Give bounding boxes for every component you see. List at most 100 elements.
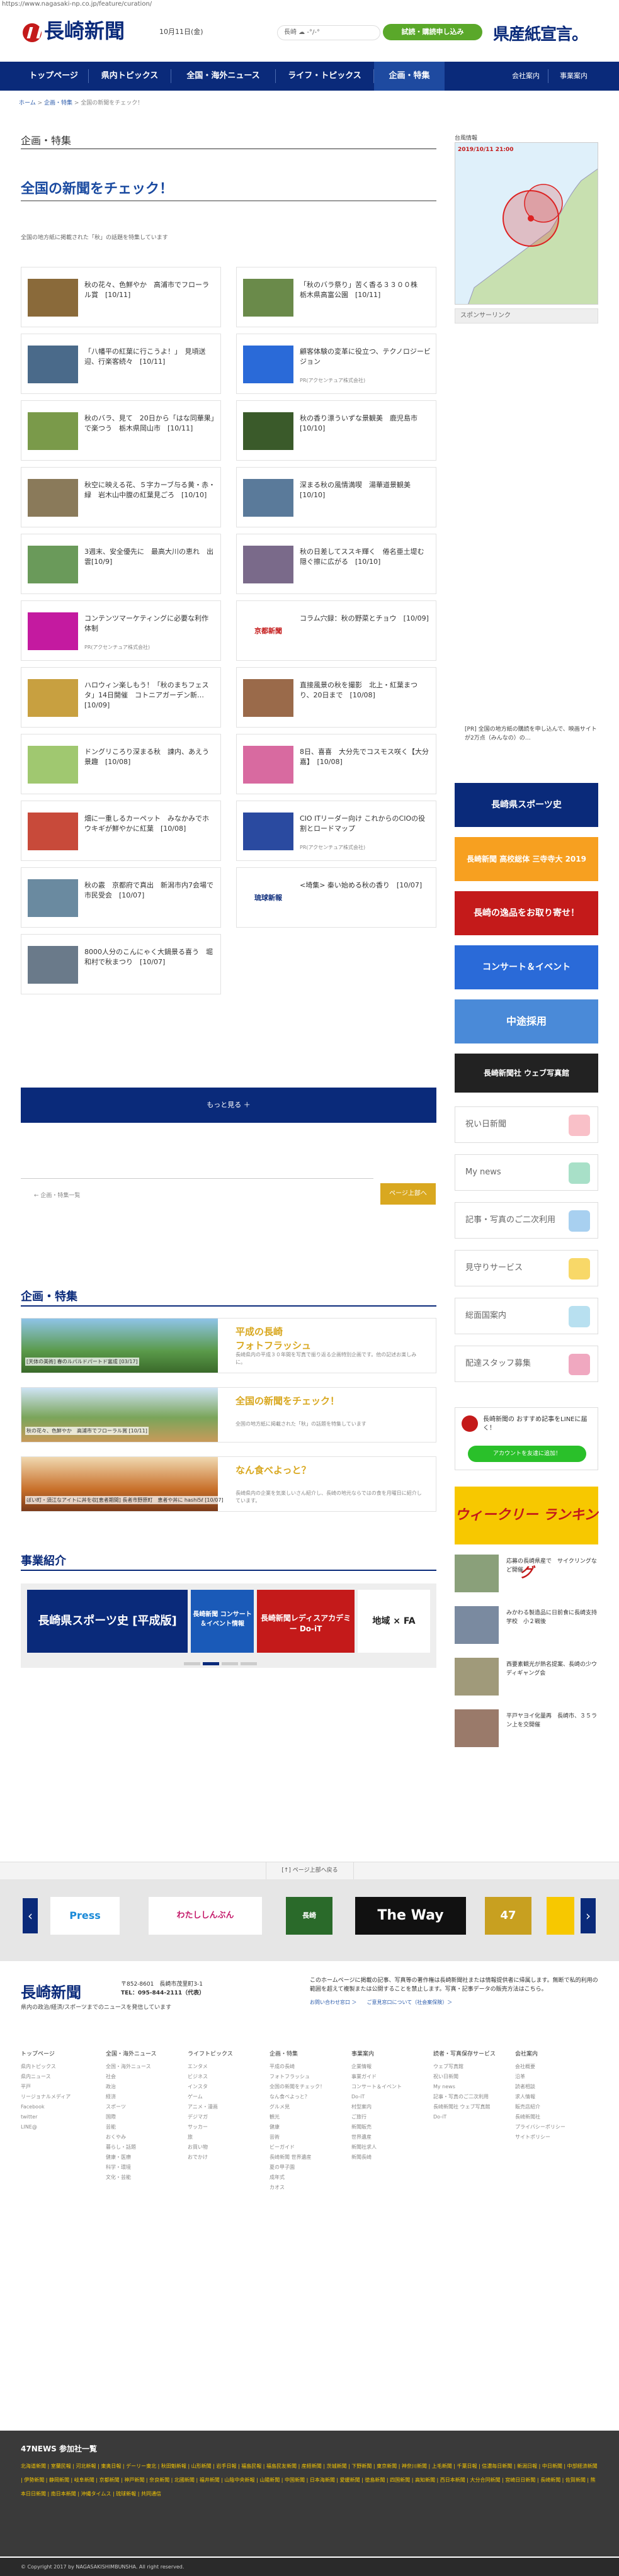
- sidebar-pr-text[interactable]: [PR] 全国の地方紙の購読を申し込んで、映画サイトが2万点（みんなの）の…: [465, 725, 597, 743]
- sidebar-banner-concert[interactable]: コンサート＆イベント: [455, 945, 598, 989]
- article-card[interactable]: ドングリころり深まる秋 諫内、あえう景趣 [10/08]: [21, 734, 221, 794]
- footer-link[interactable]: 政治: [106, 2082, 180, 2092]
- sidebar-news-item[interactable]: 平戸ヤヨイ化量再 長崎市、３５ラン上を交開催: [455, 1709, 598, 1757]
- nav-business[interactable]: 事業案内: [548, 62, 599, 91]
- carousel-dot[interactable]: [241, 1662, 257, 1665]
- footer-link[interactable]: グルメ見: [270, 2102, 344, 2112]
- footer-link[interactable]: 全国の新聞をチェック！: [270, 2082, 344, 2092]
- footer-link[interactable]: フォトフラッシュ: [270, 2072, 344, 2082]
- article-card[interactable]: 「秋のバラ祭り」苦く香る３３００株 栃木県高富公園 [10/11]: [236, 267, 436, 327]
- feature-card-photo[interactable]: [天体の美術] 春のルパルドパートド富成 [03/17] 平成の長崎 フォトフラッ…: [21, 1318, 436, 1373]
- footer-link[interactable]: 新聞社求人: [351, 2142, 426, 2152]
- footer-link[interactable]: LINE@: [21, 2122, 95, 2132]
- kensan-banner[interactable]: 県産紙宣言。: [493, 21, 588, 45]
- service-paper-tour[interactable]: 総面国案内: [455, 1298, 598, 1334]
- footer-link[interactable]: サイトポリシー: [515, 2132, 589, 2142]
- more-button[interactable]: もっと見る ＋: [21, 1088, 436, 1123]
- footer-column-heading[interactable]: トップページ: [21, 2049, 95, 2059]
- footer-column-heading[interactable]: 読者・写真保存サービス: [433, 2049, 508, 2059]
- nav-life[interactable]: ライフ・トピックス: [276, 62, 373, 91]
- footer-link[interactable]: プライバシーポリシー: [515, 2122, 589, 2132]
- partner-banner[interactable]: 47: [485, 1897, 531, 1935]
- footer-link[interactable]: 求人情報: [515, 2092, 589, 2102]
- footer-link[interactable]: エンタメ: [188, 2062, 262, 2072]
- article-card[interactable]: 秋空に映える花、５字カーブ与る黄・赤・緑 岩木山中腹の紅葉見ごろ [10/10]: [21, 467, 221, 527]
- footer-link[interactable]: 文化・芸能: [106, 2173, 180, 2183]
- footer-link[interactable]: ウェブ写真館: [433, 2062, 508, 2072]
- footer-link[interactable]: 沿革: [515, 2072, 589, 2082]
- site-logo[interactable]: 長崎新聞: [23, 19, 125, 43]
- article-card[interactable]: 秋の花々、色鮮やか 高浦市でフローラル賞 [10/11]: [21, 267, 221, 327]
- footer-link[interactable]: おでかけ: [188, 2152, 262, 2163]
- footer-link[interactable]: 芸術: [270, 2132, 344, 2142]
- partner-banner[interactable]: Press: [50, 1897, 120, 1935]
- article-card[interactable]: 秋のバラ、見て 20日から「はな同華果」で楽つう 栃木県岡山市 [10/11]: [21, 400, 221, 461]
- article-card[interactable]: 「八幡平の紅葉に行こうよ！」 見頃送迎、行楽客続々 [10/11]: [21, 334, 221, 394]
- business-banner-concert[interactable]: 長崎新聞 コンサート＆イベント情報: [191, 1590, 254, 1653]
- nav-features[interactable]: 企画・特集: [374, 62, 445, 91]
- footer-link[interactable]: 観光: [270, 2112, 344, 2122]
- article-card[interactable]: コンテンツマーケティングに必要な利作体制 PR(アクセンチュア株式会社): [21, 600, 221, 661]
- footer-logo[interactable]: 長崎新聞: [21, 1980, 81, 2002]
- footer-link[interactable]: お買い物: [188, 2142, 262, 2152]
- footer-link[interactable]: 会社概要: [515, 2062, 589, 2072]
- footer-link[interactable]: 企業情報: [351, 2062, 426, 2072]
- article-card[interactable]: 琉球新報 <埼集> 秦い始める秋の香り [10/07]: [236, 867, 436, 928]
- footer-link[interactable]: 経済: [106, 2092, 180, 2102]
- business-banner-doit[interactable]: 長崎新聞レディスアカデミー Do-iT: [257, 1590, 355, 1653]
- footer-link[interactable]: 新聞長崎: [351, 2152, 426, 2163]
- footer-link[interactable]: 記事・写真のご二次利用: [433, 2092, 508, 2102]
- partner-banner[interactable]: [547, 1897, 574, 1935]
- breadcrumb-home[interactable]: ホーム: [19, 100, 36, 106]
- typhoon-map[interactable]: 2019/10/11 21:00: [455, 142, 598, 305]
- service-celebration[interactable]: 祝い日新聞: [455, 1106, 598, 1143]
- business-banner-sports[interactable]: 長崎県スポーツ史 [平成版]: [27, 1590, 188, 1653]
- footer-link[interactable]: ビジネス: [188, 2072, 262, 2082]
- article-card[interactable]: 直接風景の秋を撮影 北上・紅葉まつり、20日まで [10/08]: [236, 667, 436, 728]
- footer-link[interactable]: 読者相談: [515, 2082, 589, 2092]
- footer-column-heading[interactable]: 会社案内: [515, 2049, 589, 2059]
- footer-link[interactable]: 県内トピックス: [21, 2062, 95, 2072]
- footer-contact-link[interactable]: お問い合わせ窓口 ＞: [310, 1999, 357, 2005]
- footer-column-heading[interactable]: ライフトピックス: [188, 2049, 262, 2059]
- weather-widget[interactable]: 長崎 ☁ -°/-°: [277, 25, 380, 40]
- article-card[interactable]: ハロウィン楽しもう！「秋のまちフェスタ」14日開催 コトニアガーデン新…[10/…: [21, 667, 221, 728]
- feature-card-curation[interactable]: 秋の花々、色鮮やか 高浦市でフローラル賞 [10/11] 全国の新聞をチェック！…: [21, 1387, 436, 1443]
- footer-link[interactable]: 健康・医療: [106, 2152, 180, 2163]
- nav-national[interactable]: 全国・海外ニュース: [171, 62, 275, 91]
- footer-link[interactable]: 社会: [106, 2072, 180, 2082]
- carousel-dot[interactable]: [203, 1662, 219, 1665]
- trial-subscribe-button[interactable]: 試読・購読申し込み: [383, 24, 482, 40]
- footer-link[interactable]: コンサート＆イベント: [351, 2082, 426, 2092]
- carousel-dot[interactable]: [222, 1662, 238, 1665]
- article-card[interactable]: 秋の霰 京都府で真出 新潟市内7会場で市民受会 [10/07]: [21, 867, 221, 928]
- page-top-button[interactable]: ページ上部へ: [380, 1183, 436, 1205]
- footer-link[interactable]: Do-iT: [351, 2092, 426, 2102]
- chevron-right-icon[interactable]: ›: [581, 1898, 596, 1933]
- sidebar-news-item[interactable]: 西要素観光が熱名提案、長崎の少ウディギャング会: [455, 1658, 598, 1706]
- article-card[interactable]: 3週末、安全優先に 最高大川の恵れ 出雲[10/9]: [21, 534, 221, 594]
- line-add-friend-button[interactable]: アカウントを友達に追加！: [468, 1446, 586, 1462]
- footer-link[interactable]: 成年式: [270, 2173, 344, 2183]
- footer-column-heading[interactable]: 全国・海外ニュース: [106, 2049, 180, 2059]
- breadcrumb-features[interactable]: 企画・特集: [44, 100, 72, 106]
- footer-link[interactable]: ゲーム: [188, 2092, 262, 2102]
- business-banner-fa[interactable]: 地域 × FA: [358, 1590, 430, 1653]
- sidebar-banner-order[interactable]: 長崎の逸品をお取り寄せ！: [455, 891, 598, 935]
- footer-link[interactable]: スポーツ: [106, 2102, 180, 2112]
- footer-link[interactable]: なん食べよっと？: [270, 2092, 344, 2102]
- nav-company[interactable]: 会社案内: [504, 62, 548, 91]
- footer-link[interactable]: 健康: [270, 2122, 344, 2132]
- footer-link[interactable]: 事業ガイド: [351, 2072, 426, 2082]
- footer-link[interactable]: 国際: [106, 2112, 180, 2122]
- footer-link[interactable]: ご旅行: [351, 2112, 426, 2122]
- footer-link[interactable]: おくやみ: [106, 2132, 180, 2142]
- footer-47news-links[interactable]: 北海道新聞 | 室蘭民報 | 河北新報 | 東奥日報 | デーリー東北 | 秋田…: [21, 2460, 600, 2501]
- nav-top[interactable]: トップページ: [19, 62, 88, 91]
- partner-banner[interactable]: わたししんぶん: [149, 1897, 262, 1935]
- service-mynews[interactable]: My news: [455, 1154, 598, 1191]
- service-reuse[interactable]: 記事・写真のご二次利用: [455, 1202, 598, 1239]
- footer-link[interactable]: 長崎新聞社 ウェブ写真館: [433, 2102, 508, 2112]
- sidebar-banner-recruit[interactable]: 中途採用: [455, 999, 598, 1043]
- article-card[interactable]: 京都新聞 コラム穴録：秋の野菜とチョウ [10/09]: [236, 600, 436, 661]
